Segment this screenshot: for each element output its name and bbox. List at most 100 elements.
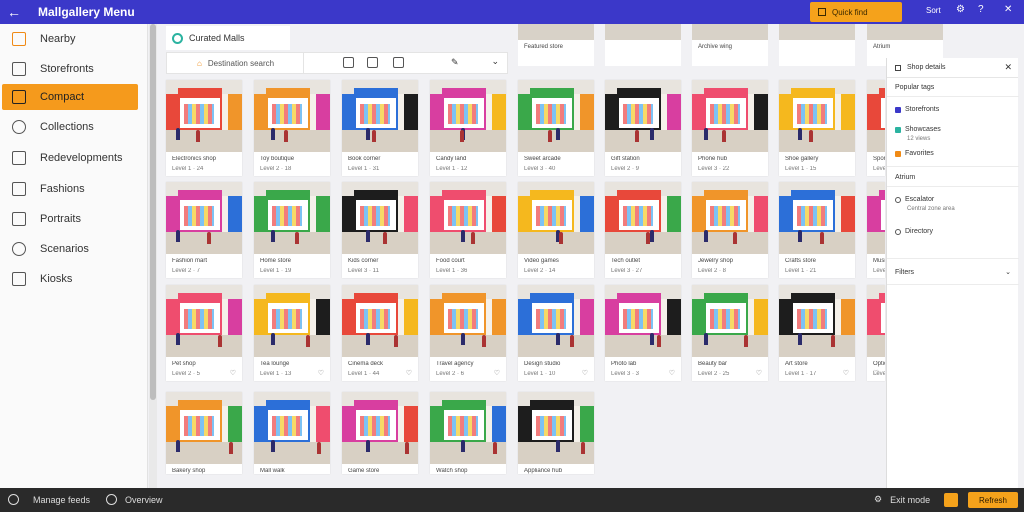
card-caption: Fashion mart bbox=[172, 258, 208, 264]
store-card[interactable]: Phone hub Level 3 · 22 bbox=[692, 80, 768, 176]
pencil-icon[interactable]: ✎ bbox=[451, 57, 462, 68]
store-card[interactable]: Book corner Level 1 · 31 bbox=[342, 80, 418, 176]
store-card[interactable]: Cinema deck Level 1 · 44 ♡ bbox=[342, 285, 418, 381]
store-card[interactable]: Crafts store Level 1 · 21 bbox=[779, 182, 855, 278]
store-card[interactable]: Sport outlet Level 2 · 28 bbox=[867, 80, 885, 176]
exit-mode[interactable]: ⚙ Exit mode bbox=[874, 494, 930, 505]
store-card[interactable]: Beauty bar Level 2 · 25 ♡ bbox=[692, 285, 768, 381]
edit-icon[interactable] bbox=[367, 57, 378, 68]
sidebar-item-nearby[interactable]: Nearby bbox=[2, 26, 138, 52]
sort-label[interactable]: Sort bbox=[926, 6, 941, 15]
store-card[interactable]: Kids corner Level 3 · 11 bbox=[342, 182, 418, 278]
overview-link[interactable]: Overview bbox=[106, 494, 163, 505]
store-card[interactable]: Tea lounge Level 1 · 13 ♡ bbox=[254, 285, 330, 381]
card-subcaption: Level 3 · 16 bbox=[873, 268, 885, 274]
store-card[interactable]: Art store Level 1 · 17 ♡ bbox=[779, 285, 855, 381]
store-card[interactable]: Game storeLevel 1 · 33 bbox=[342, 392, 418, 474]
panel-row-storefronts[interactable]: Storefronts bbox=[895, 106, 939, 113]
store-card[interactable]: Toy boutique Level 2 · 18 bbox=[254, 80, 330, 176]
panel-header: Shop details ✕ bbox=[887, 58, 1018, 78]
back-arrow-icon[interactable]: ← bbox=[0, 0, 28, 24]
quick-find-button[interactable]: Quick find bbox=[810, 2, 902, 22]
sidebar-item-kiosks[interactable]: Kiosks bbox=[2, 266, 138, 292]
store-card[interactable]: Mall walkLevel 2 · 42 bbox=[254, 392, 330, 474]
card-caption: Sweet arcade bbox=[524, 156, 561, 162]
heart-icon[interactable]: ♡ bbox=[494, 369, 500, 377]
store-card[interactable]: Bakery shopLevel 1 · 30 bbox=[166, 392, 242, 474]
store-card[interactable]: Fashion mart Level 2 · 7 bbox=[166, 182, 242, 278]
sidebar-item-fashions[interactable]: Fashions bbox=[2, 176, 138, 202]
panel-row-favorites[interactable]: Favorites bbox=[895, 150, 934, 157]
store-card[interactable]: Photo lab Level 3 · 3 ♡ bbox=[605, 285, 681, 381]
store-card[interactable]: Music hall Level 3 · 16 bbox=[867, 182, 885, 278]
close-panel-icon[interactable]: ✕ bbox=[1004, 62, 1012, 73]
store-card[interactable]: Video games Level 2 · 14 bbox=[518, 182, 594, 278]
card-caption: Jewelry shop bbox=[698, 258, 734, 264]
panel-row-escalator[interactable]: Escalator bbox=[895, 196, 934, 203]
heart-icon[interactable]: ♡ bbox=[873, 369, 879, 377]
help-icon[interactable]: ? bbox=[978, 4, 984, 15]
partial-card[interactable] bbox=[779, 24, 855, 66]
store-card[interactable]: Appliance hubLevel 3 · 38 bbox=[518, 392, 594, 474]
heart-icon[interactable]: ♡ bbox=[230, 369, 236, 377]
store-thumbnail bbox=[867, 24, 943, 40]
store-card[interactable]: Watch shopLevel 2 · 2 bbox=[430, 392, 506, 474]
card-caption: Electronics shop bbox=[172, 156, 217, 162]
info-icon bbox=[895, 196, 901, 203]
store-card[interactable]: Jewelry shop Level 2 · 8 bbox=[692, 182, 768, 278]
partial-card[interactable]: Archive wing bbox=[692, 24, 768, 66]
store-thumbnail bbox=[605, 80, 681, 152]
store-card[interactable]: Candy land Level 1 · 12 bbox=[430, 80, 506, 176]
store-card[interactable]: Pet shop Level 2 · 5 ♡ bbox=[166, 285, 242, 381]
chevron-down-icon[interactable]: ⌄ bbox=[491, 56, 499, 67]
section-popular-tags: Popular tags bbox=[895, 84, 935, 91]
store-thumbnail bbox=[430, 80, 506, 152]
sidebar-item-redevelopments[interactable]: Redevelopments bbox=[2, 145, 138, 171]
scrollbar-thumb[interactable] bbox=[150, 24, 156, 400]
store-card[interactable]: Optic centerLevel 3 · 20♡ bbox=[867, 285, 885, 381]
settings-icon[interactable]: ⚙ bbox=[956, 4, 965, 15]
panel-row-directory[interactable]: Directory bbox=[895, 228, 933, 235]
search-card[interactable]: Curated Malls bbox=[166, 26, 290, 50]
panel-row-sub: 12 views bbox=[907, 136, 931, 142]
toggle-icon[interactable] bbox=[944, 493, 958, 507]
heart-icon[interactable]: ♡ bbox=[582, 369, 588, 377]
sidebar-item-portraits[interactable]: Portraits bbox=[2, 206, 138, 232]
card-subcaption: Level 1 · 31 bbox=[348, 166, 380, 172]
card-caption: Cinema deck bbox=[348, 361, 384, 367]
store-card[interactable]: Tech outlet Level 3 · 27 bbox=[605, 182, 681, 278]
partial-card[interactable] bbox=[605, 24, 681, 66]
partial-card[interactable]: Featured store bbox=[518, 24, 594, 66]
close-icon[interactable]: ✕ bbox=[1004, 4, 1012, 15]
sidebar-item-storefronts[interactable]: Storefronts bbox=[2, 56, 138, 82]
heart-icon[interactable]: ♡ bbox=[318, 369, 324, 377]
store-card[interactable]: Travel agency Level 2 · 6 ♡ bbox=[430, 285, 506, 381]
crop-icon[interactable] bbox=[343, 57, 354, 68]
store-card[interactable]: Electronics shop Level 1 · 24 bbox=[166, 80, 242, 176]
sidebar-item-scenarios[interactable]: Scenarios bbox=[2, 236, 138, 262]
refresh-button[interactable]: Refresh bbox=[968, 492, 1018, 508]
panel-row-showcases[interactable]: Showcases bbox=[895, 126, 941, 133]
store-card[interactable]: Gift station Level 2 · 9 bbox=[605, 80, 681, 176]
store-card[interactable]: Sweet arcade Level 3 · 40 bbox=[518, 80, 594, 176]
store-card[interactable]: Home store Level 1 · 19 bbox=[254, 182, 330, 278]
store-card[interactable]: Food court Level 1 · 36 bbox=[430, 182, 506, 278]
heart-icon[interactable]: ♡ bbox=[756, 369, 762, 377]
frame-icon[interactable] bbox=[393, 57, 404, 68]
heart-icon[interactable]: ♡ bbox=[669, 369, 675, 377]
destination-search[interactable]: ⌂ Destination search bbox=[197, 59, 307, 68]
store-card[interactable]: Shoe gallery Level 1 · 15 bbox=[779, 80, 855, 176]
store-card[interactable]: Design studio Level 1 · 10 ♡ bbox=[518, 285, 594, 381]
card-caption: Home store bbox=[260, 258, 292, 264]
heart-icon[interactable]: ♡ bbox=[843, 369, 849, 377]
store-thumbnail bbox=[430, 392, 506, 464]
store-thumbnail bbox=[605, 24, 681, 40]
sidebar-item-collections[interactable]: Collections bbox=[2, 114, 138, 140]
sidebar-scrollbar[interactable] bbox=[149, 24, 157, 488]
manage-feeds[interactable]: Manage feeds bbox=[8, 494, 90, 505]
sidebar-item-compact[interactable]: Compact bbox=[2, 84, 138, 110]
card-caption: Sport outlet bbox=[873, 156, 885, 162]
filters-dropdown[interactable]: Filters ⌄ bbox=[895, 268, 1011, 277]
store-thumbnail bbox=[867, 182, 885, 254]
heart-icon[interactable]: ♡ bbox=[406, 369, 412, 377]
